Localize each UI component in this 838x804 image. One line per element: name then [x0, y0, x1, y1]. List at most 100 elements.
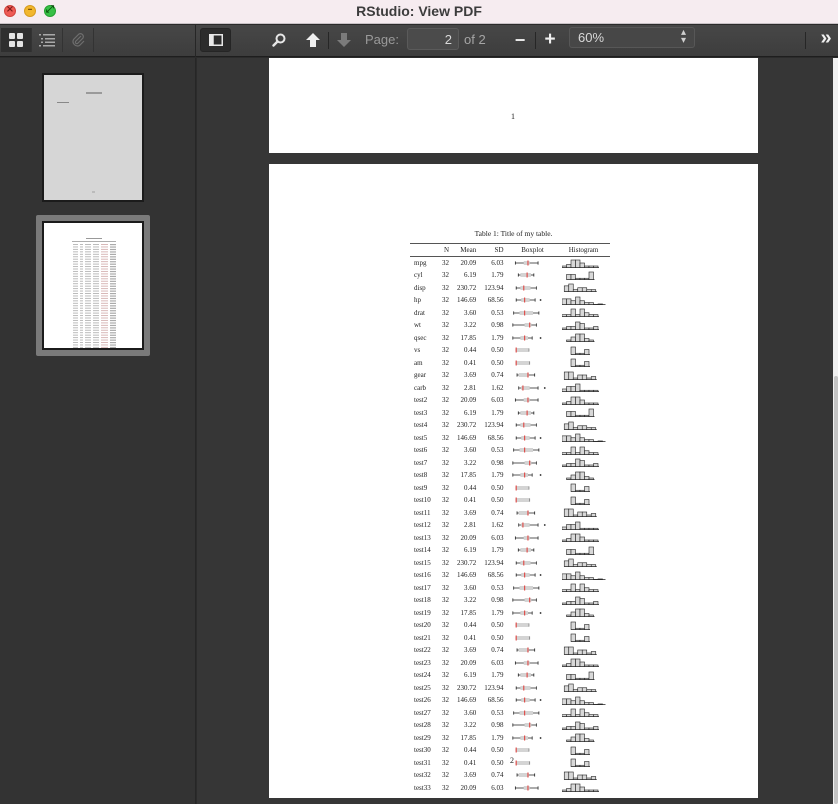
row-mean: 0.44: [464, 746, 477, 755]
thumbnail-row-cell: [110, 273, 116, 275]
histogram-bar: [579, 752, 585, 755]
histogram-bar: [574, 714, 580, 718]
row-boxplot: [508, 594, 558, 607]
row-mean: 3.60: [464, 708, 477, 717]
histogram-bar: [563, 685, 569, 693]
histogram-bar: [581, 774, 587, 780]
histogram-bar: [567, 683, 574, 693]
page-thumbnail-2-selected[interactable]: [36, 215, 150, 356]
histogram-bar: [592, 390, 598, 393]
thumbnail-row-cell: [101, 263, 108, 265]
row-sd: 1.79: [491, 608, 504, 617]
thumbnail-row-cell: [85, 273, 91, 275]
thumbnail-row-cell: [85, 270, 91, 272]
histogram-bar: [588, 577, 594, 580]
histogram-bar: [574, 677, 580, 680]
next-page-button[interactable]: [333, 28, 355, 52]
row-boxplot: [508, 694, 558, 707]
scrollbar-thumb[interactable]: [834, 376, 838, 804]
thumbnails-view-button[interactable]: [1, 28, 32, 52]
page-thumbnail-1[interactable]: [42, 73, 144, 202]
row-n: 32: [442, 546, 449, 555]
row-histogram: [558, 669, 610, 682]
histogram-bar: [565, 411, 571, 418]
boxplot-outlier: [539, 299, 541, 302]
attachments-view-button[interactable]: [63, 28, 94, 52]
thumbnail-row-cell: [110, 342, 116, 344]
histogram-bar: [583, 312, 589, 318]
boxplot-box: [519, 560, 530, 565]
histogram-bar: [585, 652, 592, 655]
histogram-bar: [572, 377, 578, 380]
histogram-bar: [581, 649, 587, 655]
row-histogram: [558, 707, 610, 720]
thumbnail-row-cell: [80, 344, 83, 346]
thumbnail-row-cell: [101, 332, 108, 334]
thumbnail-row-cell: [110, 293, 116, 295]
thumbnail-row-cell: [73, 305, 78, 307]
row-boxplot: [508, 782, 558, 795]
histogram-bar: [567, 646, 574, 655]
more-tools-button[interactable]: »: [815, 26, 837, 50]
thumbnail-row-cell: [80, 288, 83, 290]
histogram-bar: [579, 661, 585, 668]
zoom-level-select[interactable]: 60% ▴ ▾: [569, 27, 695, 48]
pdf-page-1: 1: [269, 58, 758, 153]
thumbnail-row-cell: [93, 253, 99, 255]
row-sd: 0.53: [491, 308, 504, 317]
thumbnail-row-cell: [73, 256, 78, 258]
boxplot-box: [515, 485, 529, 490]
thumbnail-row-cell: [110, 290, 116, 292]
thumbnail-row-cell: [85, 317, 91, 319]
histogram-bar: [561, 664, 567, 668]
thumbnail-row-cell: [110, 322, 116, 324]
outline-view-button[interactable]: [32, 28, 63, 52]
boxplot-outlier: [539, 574, 541, 577]
row-n: 32: [442, 558, 449, 567]
thumbnail-row-cell: [80, 322, 83, 324]
column-header-mean: Mean: [460, 246, 477, 254]
thumbnail-row-cell: [85, 346, 91, 348]
row-boxplot: [508, 757, 558, 770]
row-name: wt: [414, 321, 421, 330]
previous-page-button[interactable]: [302, 28, 324, 52]
toggle-sidebar-button[interactable]: [200, 28, 231, 52]
row-boxplot: [508, 682, 558, 695]
thumbnail-row-cell: [85, 307, 91, 309]
arrow-down-icon: [337, 33, 351, 47]
thumbnail-row-cell: [110, 275, 116, 278]
boxplot-box: [520, 298, 530, 303]
histogram-bar: [561, 388, 567, 393]
histogram-bar: [572, 427, 578, 430]
histogram-bar: [574, 733, 580, 743]
histogram-bar: [565, 600, 571, 605]
page-label: Page:: [365, 32, 399, 47]
search-button[interactable]: [269, 28, 289, 52]
boxplot-chart: [511, 597, 537, 603]
thumbnail-row-cell: [80, 337, 83, 339]
thumbnail-row-cell: [80, 324, 83, 326]
row-name: test19: [414, 608, 431, 617]
thumbnail-row-cell: [110, 315, 116, 317]
histogram-bar: [561, 714, 567, 718]
histogram-bar: [581, 425, 587, 430]
histogram-bar: [565, 314, 571, 318]
histogram-bar: [565, 463, 571, 468]
histogram-bar: [561, 265, 567, 268]
vertical-scrollbar[interactable]: [832, 58, 838, 804]
histogram-bar: [579, 399, 585, 405]
histogram-bar: [588, 265, 594, 268]
zoom-out-button[interactable]: −: [510, 28, 530, 52]
histogram-bar: [583, 602, 589, 605]
thumbnail-row-cell: [73, 283, 78, 285]
zoom-in-button[interactable]: +: [540, 28, 560, 52]
histogram-bar: [570, 583, 576, 593]
pdf-viewer[interactable]: 1 Table 1: Title of my table. N Mean SD …: [197, 58, 838, 804]
thumbnail-row-cell: [73, 319, 78, 321]
thumbnail-row-cell: [85, 258, 91, 260]
thumbnail-row-cell: [101, 270, 108, 272]
thumbnail-row-cell: [80, 339, 83, 341]
page-number-input[interactable]: 2: [407, 28, 459, 50]
table-row: test28 32 3.22 0.98: [410, 719, 610, 732]
thumbnail-row-cell: [85, 339, 91, 341]
